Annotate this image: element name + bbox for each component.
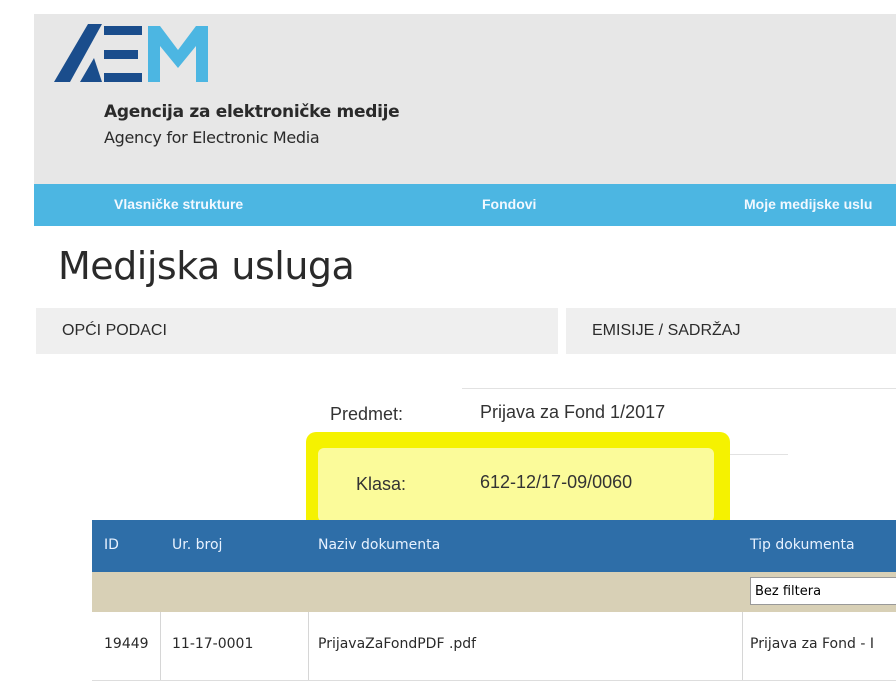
cell-naziv-dokumenta[interactable]: PrijavaZaFondPDF .pdf [318,636,476,652]
klasa-value: 612-12/17-09/0060 [480,472,633,492]
column-header-id[interactable]: ID [104,537,119,553]
cell-ur-broj: 11-17-0001 [172,636,254,652]
main-nav: Vlasničke strukture Fondovi Moje medijsk… [34,184,896,226]
nav-item-vlasnicke-strukture[interactable]: Vlasničke strukture [114,196,243,212]
cell-tip-dokumenta: Prijava za Fond - I [750,636,874,652]
column-divider [742,612,743,680]
header: Agencija za elektroničke medije Agency f… [34,14,896,184]
left-margin [0,0,34,682]
nav-item-fondovi[interactable]: Fondovi [482,196,536,212]
tab-label: EMISIJE / SADRŽAJ [592,322,741,339]
tip-dokumenta-filter-select[interactable]: Bez filtera [750,577,896,605]
predmet-label: Predmet: [330,404,404,424]
tab-label: OPĆI PODACI [62,322,167,339]
filter-row: Bez filtera [92,572,896,612]
org-name-english: Agency for Electronic Media [104,128,320,147]
table-row[interactable]: 19449 11-17-0001 PrijavaZaFondPDF .pdf P… [92,612,896,681]
nav-item-moje-medijske-usluge[interactable]: Moje medijske uslu [744,196,872,212]
klasa-label: Klasa: [356,474,407,494]
org-name: Agencija za elektroničke medije [104,102,400,122]
tab-opci-podaci[interactable]: OPĆI PODACI [36,308,558,354]
column-header-tip-dokumenta[interactable]: Tip dokumenta [750,537,855,553]
column-header-ur-broj[interactable]: Ur. broj [172,537,222,553]
predmet-value: Prijava za Fond 1/2017 [480,402,666,422]
cell-id: 19449 [104,636,149,652]
page-title: Medijska usluga [58,244,355,288]
column-divider [160,612,161,680]
aem-logo [54,24,208,82]
table-header: ID Ur. broj Naziv dokumenta Tip dokument… [92,520,896,572]
divider [462,388,896,389]
column-divider [308,612,309,680]
column-header-naziv-dokumenta[interactable]: Naziv dokumenta [318,537,440,553]
tab-emisije-sadrzaj[interactable]: EMISIJE / SADRŽAJ [566,308,896,354]
